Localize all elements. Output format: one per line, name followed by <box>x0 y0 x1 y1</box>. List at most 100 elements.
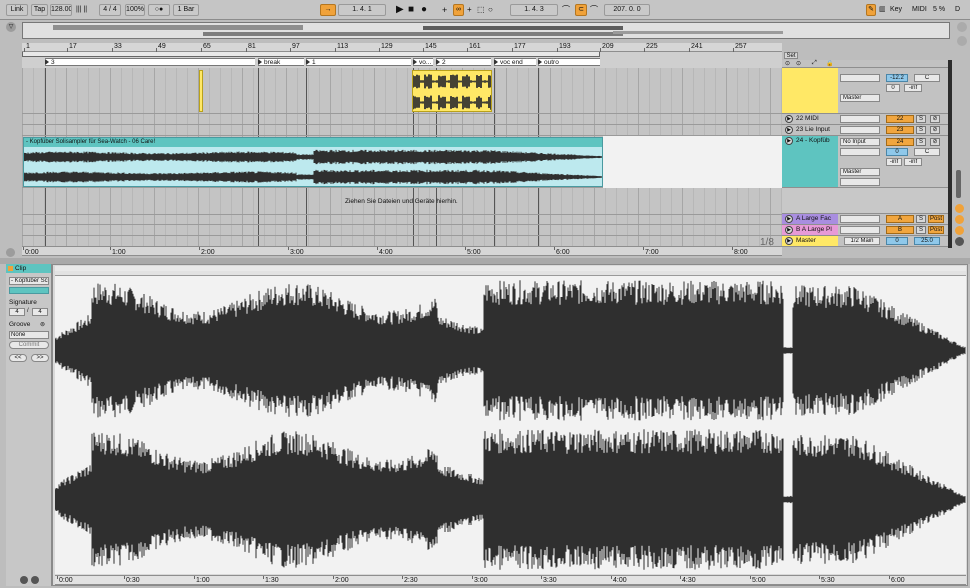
play-icon[interactable]: ▶ <box>396 4 404 16</box>
solo-button[interactable]: S <box>916 126 926 134</box>
key-map-button[interactable]: Key <box>890 4 902 16</box>
arm-button[interactable]: ⊘ <box>930 126 940 134</box>
track-color-yellow[interactable] <box>782 68 838 113</box>
track-lane-yellow[interactable] <box>22 68 782 114</box>
tempo-field[interactable]: 128.00 <box>50 4 72 16</box>
play-mode-icon[interactable]: ⊙ <box>785 60 790 67</box>
locator-marker[interactable]: 2 <box>436 58 491 66</box>
tap-button[interactable]: Tap <box>31 4 48 16</box>
record-icon[interactable]: ● <box>421 4 427 16</box>
zoom-field[interactable]: 100% <box>125 4 145 16</box>
prev-clip-button[interactable]: << <box>9 354 27 362</box>
quantization-menu[interactable]: 1 Bar <box>173 4 199 16</box>
clip-teal[interactable]: - Kopfüber Solisampler für Sea-Watch - 0… <box>23 137 603 187</box>
track-send-b[interactable]: -inf <box>904 158 922 166</box>
master-output-menu[interactable]: 1/2 Main <box>844 237 880 245</box>
overview-bar[interactable] <box>22 22 950 39</box>
groove-icon[interactable]: ⊚ <box>40 321 45 328</box>
sig-denominator[interactable]: 4 <box>32 308 48 316</box>
stop-icon[interactable]: ■ <box>408 4 414 16</box>
clip-activator-icon[interactable] <box>8 266 13 271</box>
clip-name-field[interactable]: - Kopfüber Sc <box>9 277 49 285</box>
sig-numerator[interactable]: 4 <box>9 308 25 316</box>
play-icon[interactable]: ▶ <box>785 126 793 134</box>
track-activator[interactable]: 22 <box>886 115 914 123</box>
post-button[interactable]: Post <box>928 215 944 223</box>
position-field[interactable]: 1. 4. 1 <box>338 4 386 16</box>
settings-icon[interactable] <box>6 248 15 257</box>
expand-icon[interactable]: ⤢ <box>812 60 817 67</box>
track-input-menu[interactable]: No Input <box>840 138 880 146</box>
locator-marker[interactable]: break <box>258 58 304 66</box>
overview-expand-icon[interactable] <box>957 22 967 32</box>
clip-header[interactable]: Clip <box>6 264 51 273</box>
loop-length-field[interactable]: 207. 0. 0 <box>604 4 650 16</box>
track-output-channel[interactable] <box>840 178 880 186</box>
follow-button[interactable]: → <box>320 4 336 16</box>
clip-launch-icon[interactable] <box>955 204 964 213</box>
metronome-button[interactable]: ○● <box>148 4 170 16</box>
device-view-toggle-icon[interactable] <box>31 576 39 584</box>
track-lane-b[interactable] <box>22 225 782 236</box>
session-record-icon[interactable]: ○ <box>488 4 493 16</box>
solo-button[interactable]: S <box>916 138 926 146</box>
track-activator[interactable]: 23 <box>886 126 914 134</box>
locator-marker[interactable]: 1 <box>306 58 411 66</box>
master-volume[interactable]: 0 <box>886 237 908 245</box>
vertical-scrollbar[interactable] <box>956 170 961 198</box>
sample-waveform-area[interactable] <box>54 276 966 574</box>
track-input-channel[interactable] <box>840 148 880 156</box>
automation-arm-button[interactable]: ∞ <box>453 4 464 16</box>
time-ruler[interactable]: 0:00 1:00 2:00 3:00 4:00 5:00 6:00 7:00 8:00 <box>22 246 782 256</box>
arm-button[interactable]: ⊘ <box>930 115 940 123</box>
track-pan[interactable]: C <box>914 148 940 156</box>
set-button[interactable]: Set <box>784 52 798 59</box>
link-button[interactable]: Link <box>6 4 28 16</box>
time-signature-field[interactable]: 4 / 4 <box>99 4 121 16</box>
track-send-a[interactable]: 0 <box>886 84 900 92</box>
locator-strip[interactable]: 3 break 1 vo... 2 voc end outro <box>22 52 782 68</box>
track-output-menu[interactable]: Master <box>840 168 880 176</box>
track-activator[interactable]: B <box>886 226 914 234</box>
track-name[interactable]: 22 MIDI <box>796 115 819 123</box>
master-pan[interactable]: 25.0 <box>914 237 940 245</box>
play-icon[interactable]: ▶ <box>785 137 793 145</box>
track-name[interactable]: 23 Lie Input <box>796 126 830 134</box>
punch-out-icon[interactable]: ⌒ <box>590 4 598 16</box>
track-input-field[interactable] <box>840 126 880 134</box>
locator-marker[interactable]: outro <box>538 58 600 66</box>
track-lane-master[interactable] <box>22 236 782 246</box>
arm-button[interactable]: ⊘ <box>930 138 940 146</box>
add-icon[interactable]: + <box>442 4 447 16</box>
clip-view-toggle-icon[interactable] <box>20 576 28 584</box>
locator-marker[interactable]: voc end <box>494 58 536 66</box>
keyboard-icon[interactable]: ▥ <box>879 4 886 16</box>
groove-menu[interactable]: None <box>9 331 49 339</box>
locator-marker[interactable]: 3 <box>45 58 255 66</box>
clip-yellow-small[interactable] <box>199 70 203 112</box>
clip-yellow-vocal[interactable] <box>412 70 492 112</box>
solo-button[interactable]: S <box>916 226 926 234</box>
io-toggle-icon[interactable] <box>955 215 964 224</box>
midi-map-button[interactable]: MIDI <box>912 4 927 16</box>
loop-switch-button[interactable]: ⊂ <box>575 4 587 16</box>
post-button[interactable]: Post <box>928 226 944 234</box>
track-name[interactable]: B A Large Pl <box>796 226 832 234</box>
track-send-b[interactable]: -inf <box>904 84 922 92</box>
draw-mode-button[interactable]: ✎ <box>866 4 876 16</box>
play-icon[interactable]: ▶ <box>785 237 793 245</box>
solo-button[interactable]: S <box>916 115 926 123</box>
sends-toggle-icon[interactable] <box>955 226 964 235</box>
track-input-field[interactable] <box>840 215 880 223</box>
clip-color-swatch[interactable] <box>9 287 49 294</box>
track-input-field[interactable] <box>840 226 880 234</box>
commit-button[interactable]: Commit <box>9 341 49 349</box>
mixer-toggle-icon[interactable] <box>955 237 964 246</box>
play-icon[interactable]: ▶ <box>785 226 793 234</box>
track-lane-a[interactable] <box>22 214 782 225</box>
sample-time-ruler[interactable]: 0:00 0:30 1:00 1:30 2:00 2:30 3:00 3:30 4:00 4:30… <box>55 575 966 585</box>
play-icon[interactable]: ▶ <box>785 115 793 123</box>
track-lane-22[interactable] <box>22 114 782 125</box>
track-send-a[interactable]: -inf <box>886 158 902 166</box>
punch-in-icon[interactable]: ⌒ <box>562 4 570 16</box>
